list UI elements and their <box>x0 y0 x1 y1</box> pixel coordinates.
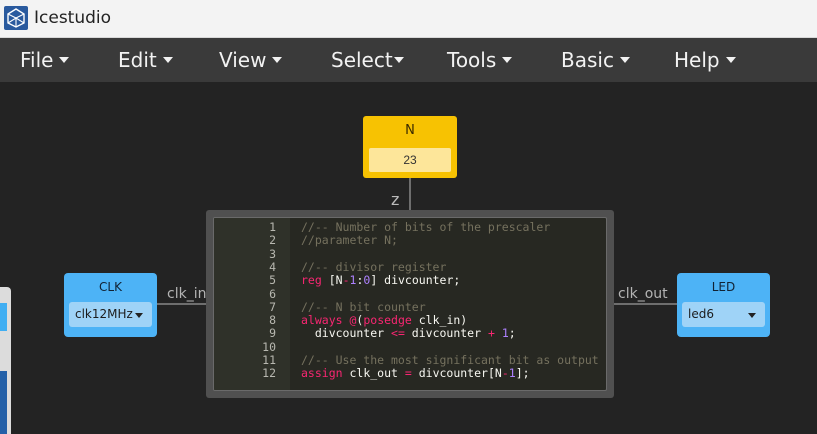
code-line: 9 divcounter <= divcounter + 1; <box>214 327 606 339</box>
menu-tools-label: Tools <box>447 48 497 72</box>
menu-select[interactable]: Select <box>331 38 404 82</box>
line-number: 7 <box>269 299 276 314</box>
code-text: assign clk_out = divcounter[N-1]; <box>301 366 530 381</box>
code-line: 2 //parameter N; <box>214 234 606 246</box>
code-text: //parameter N; <box>301 233 398 248</box>
pin-select-led[interactable]: led6 <box>682 302 765 327</box>
caret-down-icon <box>59 57 70 63</box>
input-block-clk[interactable]: CLK clk12MHz <box>64 273 157 337</box>
output-name: LED <box>711 280 736 294</box>
line-number: 9 <box>269 326 276 341</box>
menu-help[interactable]: Help <box>674 38 736 82</box>
line-number: 1 <box>269 220 276 234</box>
caret-down-icon <box>502 57 513 63</box>
input-name: CLK <box>99 280 122 294</box>
code-text: //-- Number of bits of the prescaler <box>301 220 551 234</box>
pin-select-value: led6 <box>688 307 714 321</box>
code-text: //-- divisor register <box>301 259 447 274</box>
code-line: 5 reg [N-1:0] divcounter; <box>214 274 606 286</box>
line-number: 2 <box>269 233 276 248</box>
menu-tools[interactable]: Tools <box>447 38 513 82</box>
code-line: 8 always @(posedge clk_in) <box>214 314 606 326</box>
menu-file-label: File <box>20 48 54 72</box>
menu-basic-label: Basic <box>561 48 614 72</box>
code-line: 3 <box>214 248 606 260</box>
title-bar: Icestudio <box>0 0 817 38</box>
code-block[interactable]: 1 //-- Number of bits of the prescaler 2 //… <box>206 210 614 398</box>
menu-edit-label: Edit <box>118 48 157 72</box>
window-title: Icestudio <box>34 8 112 28</box>
port-label-clk-out: clk_out <box>618 286 668 302</box>
pin-select-clk[interactable]: clk12MHz <box>69 302 152 327</box>
line-number: 4 <box>269 259 276 274</box>
code-text: always @(posedge clk_in) <box>301 313 468 328</box>
code-line: 6 <box>214 288 606 300</box>
constant-block-n[interactable]: N 23 <box>363 116 457 178</box>
caret-down-icon <box>748 313 756 318</box>
constant-name: N <box>405 123 415 138</box>
side-panel-block <box>0 303 7 331</box>
design-canvas[interactable]: N 23 z CLK clk12MHz clk_in LED led6 clk_… <box>0 82 817 434</box>
code-text: divcounter <= divcounter + 1; <box>301 326 516 341</box>
code-line: 11 //-- Use the most significant bit as o… <box>214 354 606 366</box>
caret-down-icon <box>725 57 736 63</box>
code-line: 12 assign clk_out = divcounter[N-1]; <box>214 367 606 379</box>
line-number: 10 <box>262 339 276 354</box>
caret-down-icon <box>393 57 404 63</box>
menu-view[interactable]: View <box>219 38 283 82</box>
line-number: 11 <box>262 353 276 367</box>
code-line: 7 //-- N bit counter <box>214 301 606 313</box>
menu-edit[interactable]: Edit <box>118 38 173 82</box>
line-number: 5 <box>269 273 276 288</box>
port-label-clk-in: clk_in <box>167 286 207 302</box>
menu-view-label: View <box>219 48 267 72</box>
pin-select-value: clk12MHz <box>75 307 133 321</box>
icestudio-logo-icon <box>4 6 28 30</box>
caret-down-icon <box>272 57 283 63</box>
side-panel-block <box>0 371 7 434</box>
caret-down-icon <box>619 57 630 63</box>
code-line: 4 //-- divisor register <box>214 261 606 273</box>
code-text: //-- Use the most significant bit as out… <box>301 353 599 367</box>
code-line: 10 <box>214 341 606 353</box>
code-text: //-- N bit counter <box>301 299 426 314</box>
line-number: 8 <box>269 313 276 328</box>
port-label-z: z <box>391 190 400 209</box>
caret-down-icon <box>162 57 173 63</box>
side-panel-edge[interactable] <box>0 287 11 434</box>
line-number: 12 <box>262 366 276 381</box>
menu-basic[interactable]: Basic <box>561 38 630 82</box>
constant-value-input[interactable]: 23 <box>369 148 451 172</box>
caret-down-icon <box>135 313 143 318</box>
menu-select-label: Select <box>331 48 393 72</box>
code-editor[interactable]: 1 //-- Number of bits of the prescaler 2 //… <box>213 217 607 391</box>
line-number: 3 <box>269 246 276 261</box>
code-line: 1 //-- Number of bits of the prescaler <box>214 221 606 233</box>
line-number: 6 <box>269 286 276 301</box>
menu-bar: File Edit View Select Tools Basic Help <box>0 38 817 82</box>
code-text: reg [N-1:0] divcounter; <box>301 273 461 288</box>
menu-help-label: Help <box>674 48 720 72</box>
menu-file[interactable]: File <box>20 38 70 82</box>
output-block-led[interactable]: LED led6 <box>677 273 770 337</box>
